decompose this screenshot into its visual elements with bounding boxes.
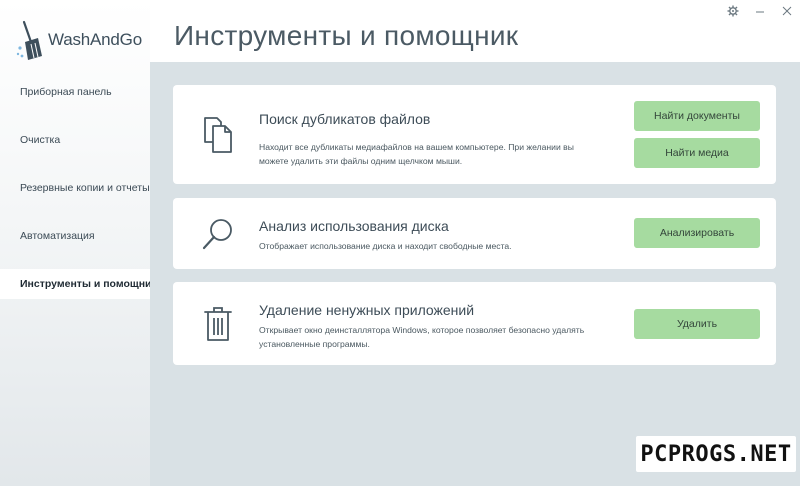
sidebar-item-tools[interactable]: Инструменты и помощник xyxy=(0,269,150,299)
disk-usage-card: Анализ использования диска Отображает ис… xyxy=(173,198,776,269)
uninstall-button[interactable]: Удалить xyxy=(634,309,760,339)
watermark: PCPROGS.NET xyxy=(636,436,796,472)
documents-icon xyxy=(198,115,238,155)
tools-content: Поиск дубликатов файлов Находит все дубл… xyxy=(150,62,800,486)
sidebar-item-cleaning[interactable]: Очистка xyxy=(0,125,150,155)
app-name: WashAndGo xyxy=(48,30,142,49)
sidebar: WashAndGo Приборная панель Очистка Резер… xyxy=(0,0,150,486)
sidebar-item-automation[interactable]: Автоматизация xyxy=(0,221,150,251)
minimize-icon[interactable] xyxy=(753,4,767,18)
find-media-button[interactable]: Найти медиа xyxy=(634,138,760,168)
analyze-button[interactable]: Анализировать xyxy=(634,218,760,248)
broom-icon xyxy=(16,20,42,60)
card-title: Поиск дубликатов файлов xyxy=(259,111,431,127)
card-description: Находит все дубликаты медиафайлов на ваш… xyxy=(259,142,574,166)
close-icon[interactable] xyxy=(780,4,794,18)
card-title: Удаление ненужных приложений xyxy=(259,302,475,318)
card-description: Открывает окно деинсталлятора Windows, к… xyxy=(259,325,585,349)
find-documents-button[interactable]: Найти документы xyxy=(634,101,760,131)
page-title: Инструменты и помощник xyxy=(174,20,519,51)
gear-icon[interactable] xyxy=(726,4,740,18)
sidebar-item-backups-reports[interactable]: Резервные копии и отчеты xyxy=(0,173,150,203)
header: Инструменты и помощник xyxy=(150,0,800,62)
duplicate-finder-card: Поиск дубликатов файлов Находит все дубл… xyxy=(173,85,776,184)
sidebar-item-dashboard[interactable]: Приборная панель xyxy=(0,77,150,107)
card-title: Анализ использования диска xyxy=(259,218,449,234)
magnifier-icon xyxy=(198,214,238,254)
uninstall-apps-card: Удаление ненужных приложений Открывает о… xyxy=(173,282,776,365)
card-description: Отображает использование диска и находит… xyxy=(259,241,512,251)
app-logo: WashAndGo xyxy=(14,18,142,62)
trash-icon xyxy=(198,304,238,344)
